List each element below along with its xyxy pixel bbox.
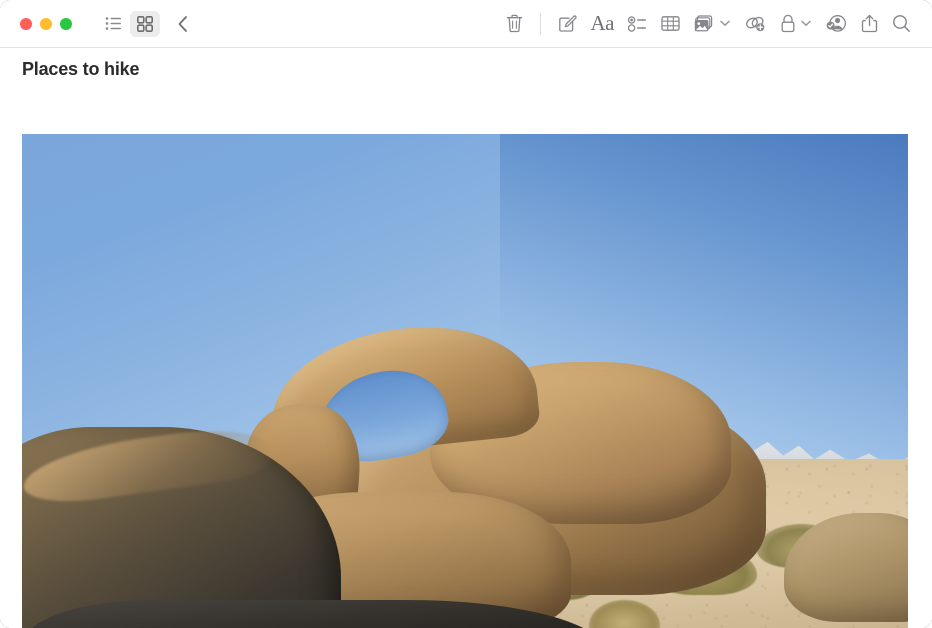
trash-icon [506,14,523,33]
note-photo-attachment[interactable] [22,134,908,628]
view-mode-group [98,11,198,37]
toolbar-actions: Aa [499,10,919,38]
chevron-down-icon [720,20,730,27]
minimize-window-button[interactable] [40,18,52,30]
media-icon [694,15,715,33]
delete-note-button[interactable] [499,10,530,38]
window-titlebar: Aa [0,0,932,48]
list-view-button[interactable] [98,11,128,37]
link-button[interactable] [738,10,773,38]
format-button[interactable]: Aa [584,10,622,38]
search-button[interactable] [885,10,918,38]
gallery-view-icon [137,16,153,32]
photo-mobius-arch[interactable] [22,134,908,628]
share-icon [861,14,878,33]
media-button[interactable] [687,10,717,38]
back-button[interactable] [168,11,198,37]
media-chevron[interactable] [717,20,738,27]
collaborate-icon [826,14,847,33]
close-window-button[interactable] [20,18,32,30]
table-icon [661,15,680,32]
format-aa-icon: Aa [591,13,615,34]
toolbar-separator [540,13,541,35]
lock-icon [780,14,796,33]
lock-chevron[interactable] [798,20,819,27]
traffic-lights [20,18,72,30]
list-view-icon [105,16,122,31]
search-icon [892,14,911,33]
share-button[interactable] [854,10,885,38]
checklist-icon [628,16,647,32]
chevron-down-icon [801,20,811,27]
maximize-window-button[interactable] [60,18,72,30]
checklist-button[interactable] [621,10,654,38]
new-note-button[interactable] [551,10,584,38]
table-button[interactable] [654,10,687,38]
lock-button[interactable] [773,10,798,38]
notes-window: Aa [0,0,932,628]
collaborate-button[interactable] [819,10,854,38]
compose-icon [558,14,577,33]
link-icon [745,15,766,33]
gallery-view-button[interactable] [130,11,160,37]
chevron-left-icon [176,15,190,33]
note-content-area[interactable]: Places to hike [0,48,932,628]
note-title[interactable]: Places to hike [0,48,932,88]
